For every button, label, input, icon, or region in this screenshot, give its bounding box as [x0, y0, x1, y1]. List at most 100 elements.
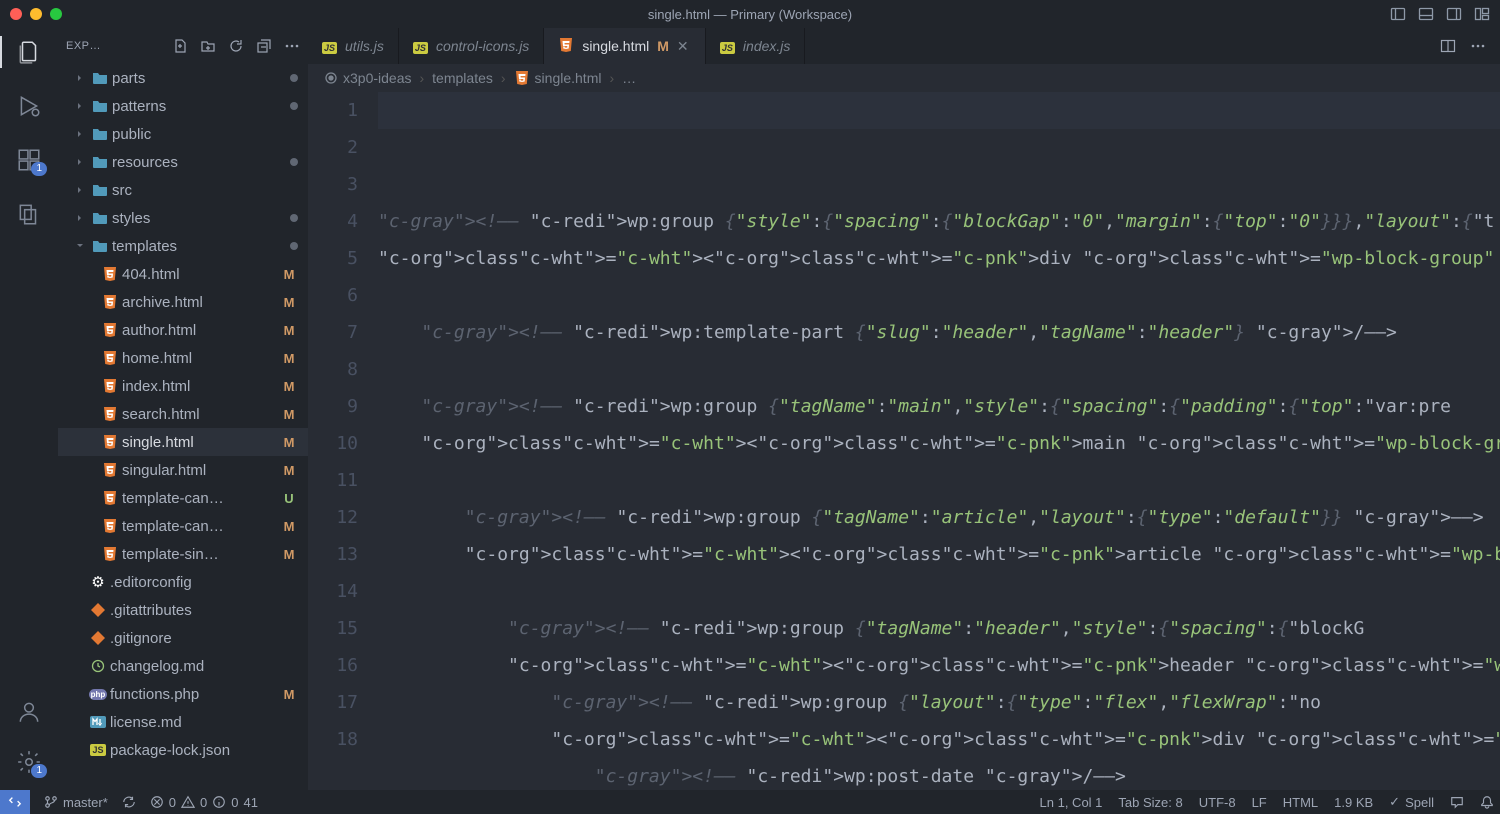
html-file-icon: [100, 294, 120, 310]
file-row[interactable]: JS package-lock.json: [58, 736, 308, 764]
spell-check[interactable]: ✓ Spell: [1389, 794, 1434, 810]
file-row[interactable]: changelog.md: [58, 652, 308, 680]
file-row[interactable]: archive.html M: [58, 288, 308, 316]
file-tree[interactable]: parts patterns public resources src styl…: [58, 64, 308, 790]
file-row[interactable]: ⚙ .editorconfig: [58, 568, 308, 596]
folder-row[interactable]: public: [58, 120, 308, 148]
file-row[interactable]: singular.html M: [58, 456, 308, 484]
file-icon: ⚙: [88, 573, 108, 591]
folder-name: patterns: [112, 98, 290, 115]
folder-row[interactable]: templates: [58, 232, 308, 260]
file-name: template-sin…: [122, 546, 280, 563]
language-mode[interactable]: HTML: [1283, 795, 1318, 810]
sidebar-title: EXP…: [66, 40, 172, 52]
close-tab-icon[interactable]: ✕: [677, 38, 691, 55]
status-bar: master* 0 0 0 41 Ln 1, Col 1 Tab Size: 8…: [0, 790, 1500, 814]
file-row[interactable]: license.md: [58, 708, 308, 736]
breadcrumb-item[interactable]: x3p0-ideas: [324, 70, 412, 86]
file-row[interactable]: template-can… M: [58, 512, 308, 540]
window-controls: [10, 8, 62, 20]
folder-icon: [90, 211, 110, 225]
folder-row[interactable]: resources: [58, 148, 308, 176]
sync-button[interactable]: [122, 795, 136, 809]
editor-tab[interactable]: JS index.js: [706, 28, 805, 64]
more-icon[interactable]: [284, 38, 300, 54]
tab-size[interactable]: Tab Size: 8: [1118, 795, 1182, 810]
references-icon[interactable]: [15, 200, 43, 228]
remote-button[interactable]: [0, 790, 30, 814]
settings-gear-icon[interactable]: 1: [15, 748, 43, 776]
layout-sidebar-left-icon[interactable]: [1390, 6, 1406, 22]
file-size[interactable]: 1.9 KB: [1334, 795, 1373, 810]
explorer-icon[interactable]: [15, 38, 43, 66]
folder-icon: [90, 239, 110, 253]
git-status: M: [280, 323, 298, 338]
file-row[interactable]: home.html M: [58, 344, 308, 372]
editor-tab[interactable]: JS control-icons.js: [399, 28, 544, 64]
breadcrumb-item[interactable]: …: [622, 70, 636, 86]
folder-row[interactable]: parts: [58, 64, 308, 92]
file-row[interactable]: author.html M: [58, 316, 308, 344]
minimize-window-button[interactable]: [30, 8, 42, 20]
layout-sidebar-right-icon[interactable]: [1446, 6, 1462, 22]
code-editor[interactable]: 123456789101112131415161718 "c-gray"><!—…: [308, 92, 1500, 790]
file-name: author.html: [122, 322, 280, 339]
file-row[interactable]: template-can… U: [58, 484, 308, 512]
close-window-button[interactable]: [10, 8, 22, 20]
html-file-icon: [100, 434, 120, 450]
file-row[interactable]: search.html M: [58, 400, 308, 428]
file-row[interactable]: single.html M: [58, 428, 308, 456]
eol[interactable]: LF: [1252, 795, 1267, 810]
sidebar-header: EXP…: [58, 28, 308, 64]
file-icon: [88, 603, 108, 617]
feedback-icon[interactable]: [1450, 795, 1464, 809]
file-row[interactable]: php functions.php M: [58, 680, 308, 708]
code-lines[interactable]: "c-gray"><!—— "c-redi">wp:group {"style"…: [378, 92, 1500, 790]
folder-icon: [90, 99, 110, 113]
zoom-window-button[interactable]: [50, 8, 62, 20]
folder-row[interactable]: src: [58, 176, 308, 204]
file-row[interactable]: .gitattributes: [58, 596, 308, 624]
breadcrumb-item[interactable]: templates: [432, 70, 493, 86]
more-actions-icon[interactable]: [1470, 38, 1486, 54]
cursor-position[interactable]: Ln 1, Col 1: [1040, 795, 1103, 810]
chevron-right-icon: [70, 156, 90, 168]
activity-bar: 1 1: [0, 28, 58, 790]
extensions-icon[interactable]: 1: [15, 146, 43, 174]
problems-indicator[interactable]: 0 0 0 41: [150, 795, 258, 810]
folder-row[interactable]: styles: [58, 204, 308, 232]
folder-name: public: [112, 126, 298, 143]
collapse-all-icon[interactable]: [256, 38, 272, 54]
new-folder-icon[interactable]: [200, 38, 216, 54]
modified-dot-icon: [290, 242, 298, 250]
file-name: single.html: [122, 434, 280, 451]
editor-tab[interactable]: single.html M ✕: [544, 28, 706, 64]
html-file-icon: [100, 490, 120, 506]
file-name: search.html: [122, 406, 280, 423]
editor-tab[interactable]: JS utils.js: [308, 28, 399, 64]
notifications-icon[interactable]: [1480, 795, 1494, 809]
file-row[interactable]: index.html M: [58, 372, 308, 400]
html-file-icon: [100, 378, 120, 394]
chevron-right-icon: [70, 212, 90, 224]
account-icon[interactable]: [15, 698, 43, 726]
customize-layout-icon[interactable]: [1474, 6, 1490, 22]
folder-name: templates: [112, 238, 290, 255]
layout-panel-icon[interactable]: [1418, 6, 1434, 22]
split-editor-icon[interactable]: [1440, 38, 1456, 54]
breadcrumbs[interactable]: x3p0-ideas›templates›single.html›…: [308, 64, 1500, 92]
folder-row[interactable]: patterns: [58, 92, 308, 120]
breadcrumb-item[interactable]: single.html: [514, 70, 602, 86]
file-icon: [88, 716, 108, 728]
file-icon: php: [88, 689, 108, 700]
branch-indicator[interactable]: master*: [44, 795, 108, 810]
file-row[interactable]: template-sin… M: [58, 540, 308, 568]
run-debug-icon[interactable]: [15, 92, 43, 120]
refresh-icon[interactable]: [228, 38, 244, 54]
file-row[interactable]: 404.html M: [58, 260, 308, 288]
encoding[interactable]: UTF-8: [1199, 795, 1236, 810]
chevron-right-icon: [70, 184, 90, 196]
folder-icon: [90, 155, 110, 169]
new-file-icon[interactable]: [172, 38, 188, 54]
file-row[interactable]: .gitignore: [58, 624, 308, 652]
